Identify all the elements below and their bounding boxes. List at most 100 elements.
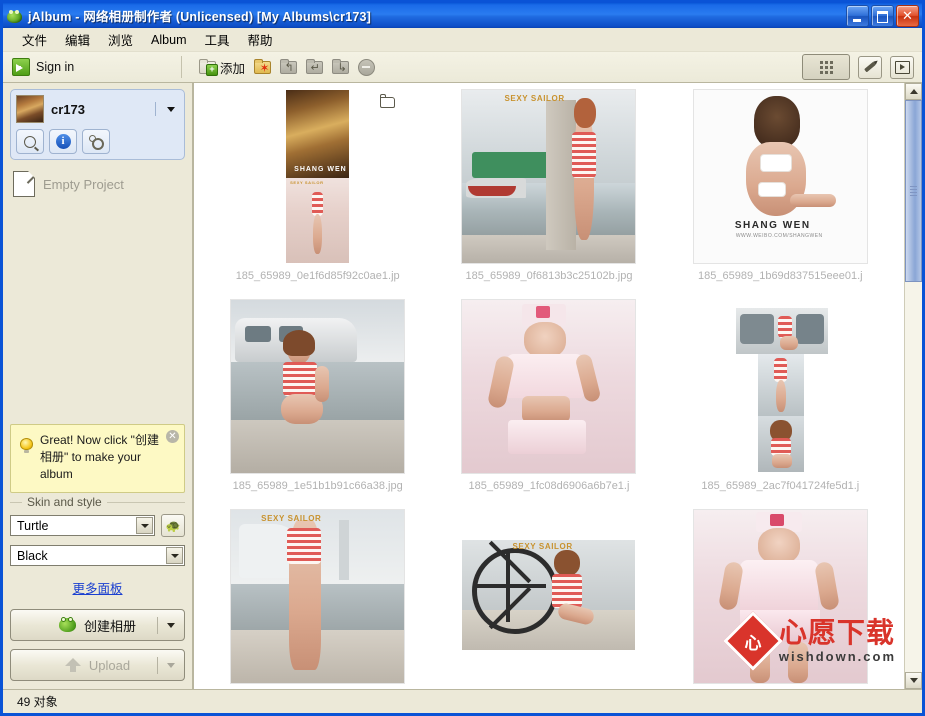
thumbnail[interactable]: [461, 299, 637, 474]
add-folder-icon: +: [199, 58, 218, 76]
new-folder-button[interactable]: ✶: [251, 57, 273, 78]
thumbnail[interactable]: SHANG WEN SEXY SAILOR: [230, 89, 406, 264]
scroll-down-button[interactable]: [905, 672, 922, 689]
grid-item[interactable]: 185_65989_1fc08d6906a6b7e1.j: [433, 299, 664, 509]
account-panel[interactable]: cr173 i: [10, 89, 185, 160]
skin-row: Turtle 🐢: [10, 514, 185, 537]
photo-art: [231, 300, 405, 473]
photo-art: SEXY SAILOR: [462, 90, 636, 263]
thumbnail-grid: SHANG WEN SEXY SAILOR 185_65989_0e1f6d85…: [194, 83, 904, 689]
sidebar: cr173 i Empty Project Great! Now click "…: [3, 83, 193, 689]
remove-minus-icon: [357, 58, 375, 76]
thumbnail[interactable]: SEXY SAILOR: [461, 509, 637, 684]
button-divider: [157, 616, 158, 634]
close-icon[interactable]: ✕: [166, 430, 179, 443]
thumbnail-caption: 185_65989_0f6813b3c25102b.jpg: [465, 270, 633, 282]
grid-view-icon: [819, 60, 833, 74]
remove-button: [355, 57, 377, 78]
vertical-scrollbar[interactable]: [904, 83, 922, 689]
grid-item[interactable]: 185_65989_1e51b1b91c66a38.jpg: [202, 299, 433, 509]
folder-back-button: ↵: [303, 57, 325, 78]
add-label: 添加: [220, 61, 246, 76]
thumbnail[interactable]: SEXY SAILOR: [461, 89, 637, 264]
folder-back-icon: ↵: [305, 58, 323, 74]
thumbnail[interactable]: SHANG WEN WWW.WEIBO.COM/SHANGWEN: [692, 89, 868, 264]
folder-up-button: ↰: [277, 57, 299, 78]
skin-select[interactable]: Turtle: [10, 515, 155, 536]
photo-art: SEXY SAILOR: [462, 540, 636, 650]
chevron-down-icon: [167, 662, 175, 668]
close-button[interactable]: ✕: [896, 5, 919, 27]
photo-art: SEXY SAILOR: [231, 510, 405, 683]
tip-panel: Great! Now click "创建相册" to make your alb…: [10, 424, 185, 493]
maximize-button[interactable]: [871, 5, 894, 27]
folder-forward-button: ↳: [329, 57, 351, 78]
view-edit-button[interactable]: [858, 55, 882, 79]
style-select[interactable]: Black: [10, 545, 185, 566]
menu-bar: 文件 编辑 浏览 Album 工具 帮助: [3, 28, 922, 52]
folder-forward-icon: ↳: [331, 58, 349, 74]
thumbnail[interactable]: [692, 509, 868, 684]
project-row[interactable]: Empty Project: [10, 170, 185, 197]
chevron-down-icon[interactable]: [167, 622, 175, 628]
search-button[interactable]: [16, 129, 44, 154]
settings-button[interactable]: [82, 129, 110, 154]
thumbnail-caption: 185_65989_1b69d837515eee01.j: [698, 270, 863, 282]
sign-in-button[interactable]: Sign in: [3, 58, 178, 76]
thumbnail[interactable]: SEXY SAILOR: [230, 509, 406, 684]
chevron-down-icon[interactable]: [167, 106, 175, 112]
scroll-track[interactable]: [905, 100, 922, 672]
make-album-button[interactable]: 创建相册: [10, 609, 185, 641]
search-icon: [24, 135, 36, 148]
thumbnail-grid-wrapper: SHANG WEN SEXY SAILOR 185_65989_0e1f6d85…: [194, 83, 904, 689]
account-row[interactable]: cr173: [16, 95, 179, 123]
grid-item[interactable]: SHANG WEN SEXY SAILOR 185_65989_0e1f6d85…: [202, 89, 433, 299]
menu-item-browse[interactable]: 浏览: [99, 27, 142, 52]
settings-gear-icon: [89, 135, 104, 150]
sign-in-label: Sign in: [36, 60, 75, 74]
thumbnail[interactable]: [230, 299, 406, 474]
thumbnail[interactable]: [692, 299, 868, 474]
photo-art: [757, 416, 804, 472]
menu-item-tools[interactable]: 工具: [195, 27, 238, 52]
menu-item-album[interactable]: Album: [142, 30, 195, 50]
scroll-thumb-grip: [910, 184, 917, 198]
account-divider: [155, 102, 156, 116]
make-album-label: 创建相册: [83, 618, 136, 634]
view-slideshow-button[interactable]: [890, 55, 914, 79]
photo-art: [757, 354, 804, 416]
photo-art: SEXY SAILOR: [286, 178, 350, 263]
menu-item-edit[interactable]: 编辑: [56, 27, 99, 52]
page-icon: [13, 170, 36, 197]
grid-item[interactable]: 185_65989_4a50d4e6b11ec5c1.j: [665, 509, 896, 689]
turtle-icon[interactable]: 🐢: [161, 514, 185, 537]
minimize-button[interactable]: [846, 5, 869, 27]
menu-item-help[interactable]: 帮助: [239, 27, 282, 52]
chevron-down-icon[interactable]: [166, 547, 183, 564]
more-skins-link[interactable]: 更多面板: [10, 578, 185, 597]
scroll-up-button[interactable]: [905, 83, 922, 100]
pencil-edit-icon: [864, 61, 876, 73]
skin-section-title: Skin and style: [22, 495, 107, 509]
grid-item[interactable]: SEXY SAILOR 185_65989_0f6813b3c25102b.jp…: [433, 89, 664, 299]
toolbar: Sign in + 添加 ✶ ↰ ↵ ↳: [3, 52, 922, 83]
menu-item-file[interactable]: 文件: [13, 27, 56, 52]
view-grid-button[interactable]: [802, 54, 850, 80]
account-name: cr173: [51, 101, 85, 117]
window-body: cr173 i Empty Project Great! Now click "…: [3, 83, 922, 689]
info-button[interactable]: i: [49, 129, 77, 154]
tip-text: Great! Now click "创建相册" to make your alb…: [40, 433, 159, 481]
grid-item[interactable]: SEXY SAILOR 185_65989_3def23941499762.jp…: [433, 509, 664, 689]
title-bar: jAlbum - 网络相册制作者 (Unlicensed) [My Albums…: [3, 3, 922, 28]
app-frog-icon: [7, 8, 23, 24]
grid-item[interactable]: SHANG WEN WWW.WEIBO.COM/SHANGWEN 185_659…: [665, 89, 896, 299]
grid-item[interactable]: 185_65989_2ac7f041724fe5d1.j: [665, 299, 896, 509]
project-label: Empty Project: [43, 176, 124, 192]
frog-icon: [58, 617, 76, 632]
add-button[interactable]: + 添加: [197, 57, 247, 78]
window-controls: ✕: [846, 5, 919, 27]
grid-item[interactable]: SEXY SAILOR 185_65989_3ac76704c3691c2.jp: [202, 509, 433, 689]
chevron-down-icon[interactable]: [136, 517, 153, 534]
scroll-thumb[interactable]: [905, 100, 922, 282]
